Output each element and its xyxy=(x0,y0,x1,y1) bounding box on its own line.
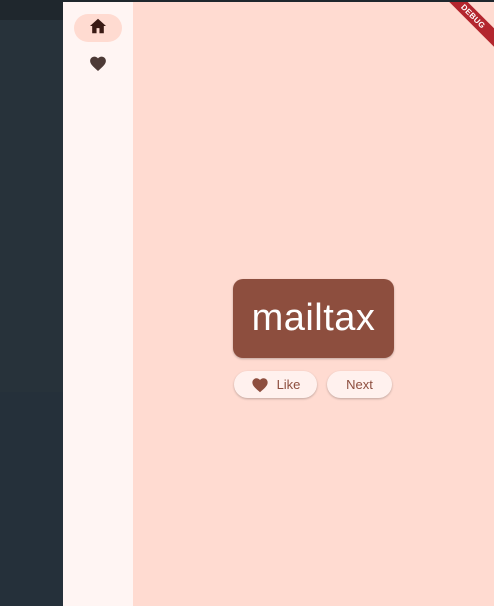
desktop-background xyxy=(0,392,63,606)
word-text: mailtax xyxy=(251,297,376,339)
heart-icon xyxy=(251,377,269,393)
nav-item-home[interactable] xyxy=(74,14,122,42)
nav-item-favorites[interactable] xyxy=(74,52,122,80)
home-icon xyxy=(89,18,107,39)
app-window: mailtax Like Next DEBUG xyxy=(63,2,494,606)
next-button-label: Next xyxy=(346,377,373,392)
next-button[interactable]: Next xyxy=(327,371,392,398)
main-content: mailtax Like Next xyxy=(133,2,494,606)
like-button[interactable]: Like xyxy=(234,371,317,398)
desktop-side-panel xyxy=(0,20,63,392)
heart-icon xyxy=(89,55,107,77)
like-button-label: Like xyxy=(276,377,301,392)
navigation-rail xyxy=(63,2,133,606)
word-card: mailtax xyxy=(233,279,394,358)
